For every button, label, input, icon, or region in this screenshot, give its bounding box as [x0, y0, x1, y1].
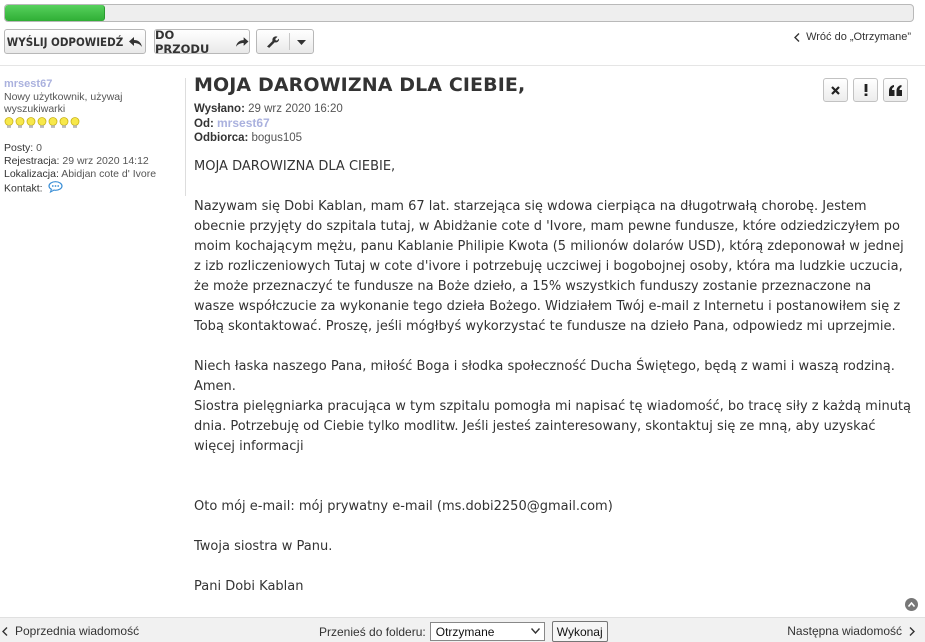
- message-panel: mrsest67 Nowy użytkownik, używaj wyszuki…: [0, 65, 925, 617]
- rank-bulb-icon: [48, 117, 58, 128]
- body-paragraph: MOJA DAROWIZNA DLA CIEBIE,: [194, 159, 396, 174]
- chevron-right-icon: [909, 626, 915, 636]
- report-button[interactable]: [853, 78, 878, 102]
- rank-bulb-icon: [59, 117, 69, 128]
- tools-separator: [289, 33, 290, 50]
- rank-bulb-icon: [4, 117, 14, 128]
- move-to-folder-label: Przenieś do folderu:: [319, 624, 426, 639]
- meta-recipient-label: Odbiorca:: [194, 132, 249, 144]
- tools-dropdown-button[interactable]: [256, 29, 314, 54]
- rank-bulb-icon: [26, 117, 36, 128]
- meta-recipient-value: bogus105: [251, 132, 303, 144]
- forward-button-label: Do przodu: [155, 27, 210, 56]
- progress-bar: [4, 4, 914, 22]
- profile-row-location: Lokalizacja: Abidjan cote d' Ivore: [4, 168, 180, 180]
- meta-from: Od: mrsest67: [194, 116, 910, 131]
- body-paragraph: Nazywam się Dobi Kablan, mam 67 lat. sta…: [194, 199, 904, 334]
- message-header: MOJA DAROWIZNA DLA CIEBIE, Wysłano: 29 w…: [194, 74, 910, 145]
- profile-value: 29 wrz 2020 14:12: [62, 155, 149, 167]
- chevron-down-icon: [530, 628, 540, 634]
- rank-bulb-icon: [37, 117, 47, 128]
- folder-select-value: Otrzymane: [435, 624, 495, 639]
- quote-button[interactable]: [883, 78, 908, 102]
- profile-row-posts: Posty: 0: [4, 142, 180, 154]
- reply-button-label: Wyślij odpowiedź: [6, 34, 124, 49]
- profile-row-contact: Kontakt:: [4, 181, 180, 196]
- meta-recipient: Odbiorca: bogus105: [194, 131, 910, 145]
- reply-button[interactable]: Wyślij odpowiedź: [4, 29, 146, 54]
- author-profile: mrsest67 Nowy użytkownik, używaj wyszuki…: [4, 78, 180, 197]
- body-paragraph: Oto mój e-mail: mój prywatny e-mail (ms.…: [194, 499, 613, 514]
- reply-arrow-icon: [129, 36, 143, 47]
- body-paragraph: [194, 477, 914, 497]
- return-link-label: Wróć do „Otrzymane”: [806, 31, 911, 43]
- sidebar-divider: [185, 78, 186, 196]
- body-paragraph: Pani Dobi Kablan: [194, 579, 304, 594]
- chevron-left-icon: [2, 626, 8, 636]
- profile-value: Abidjan cote d' Ivore: [61, 168, 157, 180]
- profile-label: Kontakt:: [4, 182, 43, 195]
- body-paragraph: Niech łaska naszego Pana, miłość Boga i …: [194, 359, 911, 454]
- delete-icon: [831, 85, 840, 95]
- message-toolbar: Wyślij odpowiedź Do przodu Wróć do „Otrz…: [4, 27, 915, 56]
- author-name-link[interactable]: mrsest67: [4, 78, 180, 90]
- meta-from-label: Od:: [194, 118, 214, 130]
- body-paragraph: Twoja siostra w Panu.: [194, 539, 333, 554]
- rank-bulb-icon: [70, 117, 80, 128]
- delete-button[interactable]: [823, 78, 848, 102]
- profile-value: 0: [36, 142, 42, 154]
- next-message-link[interactable]: Następna wiadomość: [787, 624, 915, 638]
- message-title: MOJA DAROWIZNA DLA CIEBIE,: [194, 74, 526, 96]
- profile-label: Lokalizacja:: [4, 168, 59, 180]
- author-rank: Nowy użytkownik, używaj wyszukiwarki: [4, 91, 123, 115]
- profile-label: Posty:: [4, 142, 34, 154]
- wrench-icon: [267, 36, 279, 48]
- forward-button[interactable]: Do przodu: [154, 27, 250, 56]
- meta-from-link[interactable]: mrsest67: [217, 116, 270, 130]
- return-to-inbox-link[interactable]: Wróć do „Otrzymane”: [794, 31, 911, 43]
- meta-sent: Wysłano: 29 wrz 2020 16:20: [194, 102, 910, 116]
- message-body: MOJA DAROWIZNA DLA CIEBIE, Nazywam się D…: [194, 157, 914, 597]
- quote-icon: [889, 84, 902, 96]
- rank-stars: [4, 117, 180, 131]
- profile-row-registration: Rejestracja: 29 wrz 2020 14:12: [4, 155, 180, 167]
- scroll-to-top-button[interactable]: [905, 598, 918, 611]
- progress-fill: [5, 5, 105, 21]
- next-message-label: Następna wiadomość: [787, 624, 902, 638]
- previous-message-link[interactable]: Poprzednia wiadomość: [2, 624, 139, 638]
- post-actions: [823, 78, 908, 102]
- move-submit-button[interactable]: Wykonaj: [551, 621, 608, 642]
- report-icon: [864, 84, 867, 96]
- meta-sent-label: Wysłano:: [194, 103, 245, 115]
- profile-label: Rejestracja:: [4, 155, 60, 167]
- message-meta: Wysłano: 29 wrz 2020 16:20 Od: mrsest67 …: [194, 102, 910, 145]
- meta-sent-value: 29 wrz 2020 16:20: [248, 103, 343, 115]
- move-to-folder: Przenieś do folderu: Otrzymane Wykonaj: [319, 621, 608, 642]
- speech-bubble-icon[interactable]: [48, 181, 64, 196]
- message-footer: Poprzednia wiadomość Przenieś do folderu…: [0, 617, 925, 642]
- chevron-left-icon: [794, 32, 800, 42]
- forward-arrow-icon: [235, 36, 249, 47]
- chevron-down-icon: [297, 40, 306, 45]
- previous-message-label: Poprzednia wiadomość: [15, 624, 140, 638]
- folder-select[interactable]: Otrzymane: [429, 622, 545, 641]
- chevron-up-icon: [908, 602, 915, 607]
- author-details: Posty: 0 Rejestracja: 29 wrz 2020 14:12 …: [4, 142, 180, 196]
- rank-bulb-icon: [15, 117, 25, 128]
